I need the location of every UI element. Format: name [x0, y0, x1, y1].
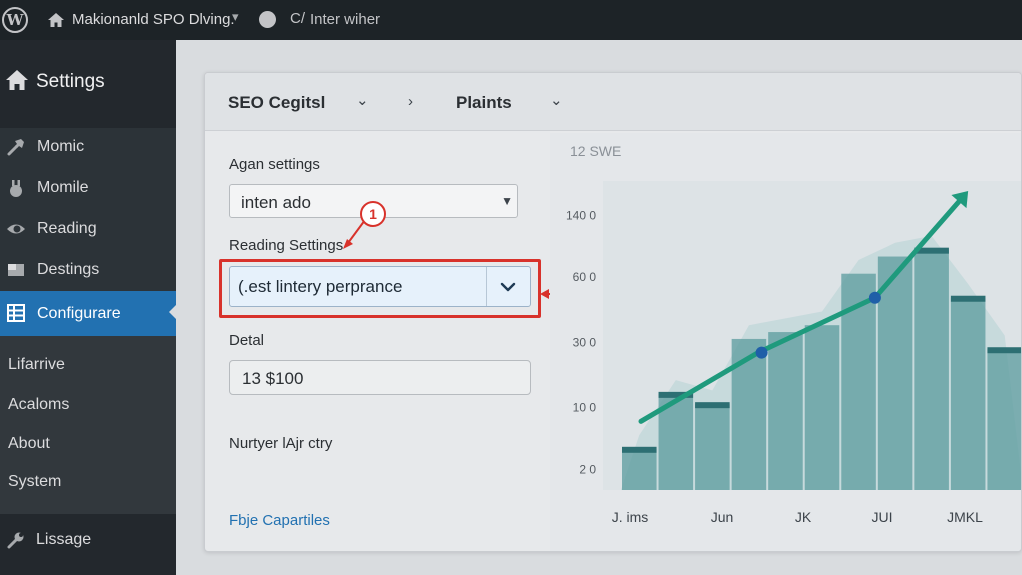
seo-settings-card: SEO Cegitsl ⌄ › Plaints ⌄ Agan settings … [204, 72, 1022, 552]
edit-icon[interactable]: C/ [290, 10, 305, 27]
sidebar-item-reading[interactable]: Reading [0, 209, 176, 249]
sidebar-item-destings[interactable]: Destings [0, 250, 176, 290]
sidebar-item-label: Configurare [37, 305, 121, 322]
submenu-item-acaloms[interactable]: Acaloms [8, 396, 69, 414]
chart-bar [731, 338, 767, 490]
chart-bar [804, 325, 840, 490]
chart-title: 12 SWE [570, 143, 621, 159]
capabilities-link[interactable]: Fbje Capartiles [229, 512, 330, 529]
table-icon [7, 304, 25, 322]
nurtyer-label: Nurtyer lAjr ctry [229, 435, 333, 452]
home-icon[interactable] [47, 11, 65, 29]
x-tick-label: JMKL [947, 509, 983, 525]
submenu-item-about[interactable]: About [8, 435, 50, 453]
x-tick-label: Jun [711, 509, 734, 525]
chart-bar-cap [695, 402, 730, 409]
y-tick-label: 2 0 [579, 462, 596, 476]
wrench-icon [7, 532, 24, 549]
customize-icon[interactable] [259, 11, 276, 28]
y-tick-label: 10 0 [573, 401, 597, 415]
input-value: 13 $100 [242, 369, 304, 388]
bar-chart: 12 SWE 2 0 10 0 30 0 60 0 140 0 J. ims Jun JK JUI… [566, 143, 1021, 525]
admin-bar-new-link[interactable]: Inter wiher [310, 11, 380, 28]
sidebar-item-label: Lissage [36, 531, 92, 548]
sidebar-item-label: Momic [37, 138, 85, 155]
chart-bar [695, 404, 730, 490]
chart-panel: 12 SWE 2 0 10 0 30 0 60 0 140 0 J. ims Jun JK JUI… [550, 133, 1021, 551]
wordpress-logo-icon[interactable]: W [2, 7, 28, 33]
chart-bar [768, 332, 803, 490]
y-tick-label: 140 0 [566, 208, 596, 222]
chevron-down-icon[interactable]: ▾ [232, 9, 239, 25]
tools-icon [8, 264, 24, 276]
data-point [755, 346, 768, 359]
y-tick-label: 30 0 [573, 335, 597, 349]
plugin-icon [10, 180, 22, 197]
detail-input[interactable]: 13 $100 [229, 360, 531, 395]
sidebar-item-label: Momile [37, 179, 89, 196]
chart-bar-cap [622, 446, 657, 453]
chart-bar [914, 249, 949, 490]
annotation-badge-1: 1 [360, 201, 386, 227]
sidebar-header[interactable]: Settings [0, 40, 176, 128]
sidebar-header-label: Settings [36, 71, 105, 92]
eye-icon [7, 224, 25, 234]
y-tick-label: 60 0 [573, 270, 597, 284]
data-point [868, 291, 881, 304]
sidebar-item-label: Reading [37, 220, 97, 237]
chart-bar-cap [950, 295, 986, 302]
sidebar-submenu: Lifarrive Acaloms About System [0, 336, 176, 514]
sidebar-item-momic[interactable]: Momic [0, 127, 176, 167]
x-tick-label: J. ims [612, 509, 649, 525]
home-icon [6, 70, 28, 90]
x-tick-label: JUI [872, 509, 893, 525]
chart-bar [987, 349, 1021, 490]
sidebar-item-lissage[interactable]: Lissage [0, 514, 176, 575]
admin-sidebar: Settings Momic Momile Reading Destings C… [0, 40, 177, 575]
admin-bar: W Makionanld SPO Dlving. ▾ C/ Inter wihe… [0, 0, 1022, 40]
sidebar-item-momile[interactable]: Momile [0, 168, 176, 208]
submenu-item-lifarrive[interactable]: Lifarrive [8, 356, 65, 374]
sidebar-item-configurare[interactable]: Configurare [0, 291, 177, 336]
annotation-arrows [343, 219, 559, 299]
x-tick-label: JK [795, 509, 812, 525]
chart-bar-cap [987, 347, 1021, 354]
hammer-icon [7, 139, 24, 156]
sidebar-item-label: Destings [37, 261, 100, 278]
chart-bar [950, 297, 986, 490]
chart-bar [622, 448, 657, 490]
detail-label: Detal [229, 332, 265, 349]
submenu-item-system[interactable]: System [8, 473, 61, 491]
site-name-link[interactable]: Makionanld SPO Dlving. [72, 11, 235, 28]
